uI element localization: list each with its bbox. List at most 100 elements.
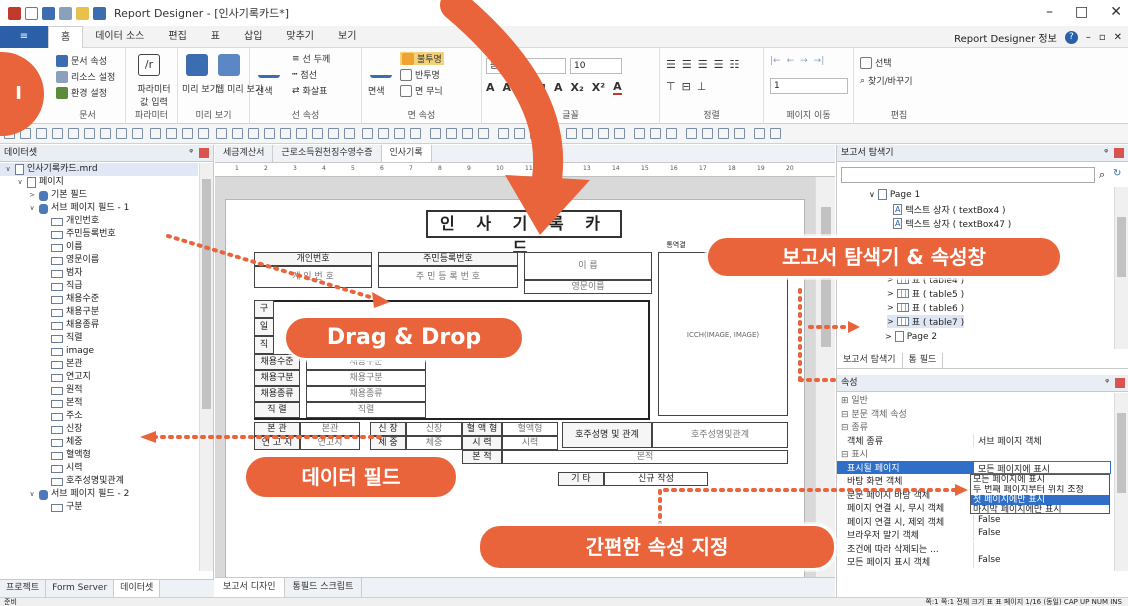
properties-scrollbar[interactable]: [1114, 393, 1128, 571]
toolbar-grid-icon[interactable]: [20, 128, 31, 139]
tree-item[interactable]: 채용수준: [0, 293, 198, 306]
toolbar-align-left-icon[interactable]: [430, 128, 441, 139]
prev-page-icon[interactable]: ←: [787, 56, 795, 66]
toolbar-space-v-icon[interactable]: [566, 128, 577, 139]
line-width-button[interactable]: ≡ 선 두께: [292, 52, 330, 66]
property-value[interactable]: 모든 페이지에 표시: [973, 460, 1111, 474]
settings-icon[interactable]: [59, 6, 72, 20]
arrow-button[interactable]: ⇄ 화살표: [292, 84, 327, 98]
tree-item[interactable]: 개인번호: [0, 215, 198, 228]
property-row[interactable]: 표시될 페이지 모든 페이지에 표시: [837, 460, 1111, 474]
tab-project[interactable]: 프로젝트: [0, 580, 47, 597]
help-icon[interactable]: ?: [1064, 31, 1078, 44]
toolbar-field-icon[interactable]: [328, 128, 339, 139]
page-number-combo[interactable]: 1: [770, 78, 848, 94]
toolbar-image-icon[interactable]: [232, 128, 243, 139]
chevron-down-icon[interactable]: ∨: [28, 488, 36, 501]
chevron-right-icon[interactable]: >: [887, 289, 894, 298]
toolbar-ungroup-icon[interactable]: [378, 128, 389, 139]
toolbar-redo-icon[interactable]: [770, 128, 781, 139]
superscript-icon[interactable]: X²: [592, 81, 605, 94]
toolbar-sub-icon[interactable]: [344, 128, 355, 139]
align-distribute-icon[interactable]: ☷: [730, 58, 740, 71]
form-cell[interactable]: 채용구분: [306, 370, 426, 386]
font-name-combo[interactable]: 돋움체: [486, 58, 566, 74]
report-page[interactable]: 인 사 기 록 카 드 통역결 ICCH(IMAGE, IMAGE) 개인번호 주…: [225, 199, 805, 577]
tree-item[interactable]: 본적: [0, 397, 198, 410]
property-value[interactable]: False: [973, 528, 1111, 541]
valign-top-icon[interactable]: ⊤: [666, 80, 676, 93]
tree-item[interactable]: 체중: [0, 436, 198, 449]
parameter-input-button[interactable]: 파라미터 값 입력: [132, 82, 176, 108]
doc-tab-personnel[interactable]: 인사기록: [381, 145, 432, 162]
open-icon[interactable]: [76, 6, 89, 20]
translucent-button[interactable]: 반투명: [400, 68, 440, 81]
tree-item[interactable]: ∨ 서브 페이지 필드 - 1: [0, 202, 198, 215]
property-row[interactable]: 조건에 따라 삭제되는 ...: [837, 541, 1111, 555]
explorer-item[interactable]: > Page 2: [885, 331, 937, 342]
preview-button[interactable]: 미리 보기: [182, 82, 218, 95]
toolbar-col-icon[interactable]: [84, 128, 95, 139]
tree-item[interactable]: 원적: [0, 384, 198, 397]
toolbar-paste-icon[interactable]: [702, 128, 713, 139]
toolbar-align-top-icon[interactable]: [446, 128, 457, 139]
report-canvas[interactable]: 인 사 기 록 카 드 통역결 ICCH(IMAGE, IMAGE) 개인번호 주…: [215, 177, 815, 577]
tab-report-explorer[interactable]: 보고서 탐색기: [837, 353, 903, 368]
tree-item[interactable]: 호주성명및관계: [0, 475, 198, 488]
shrink-font-icon[interactable]: A: [503, 81, 512, 94]
find-replace-button[interactable]: ⌕ 찾기/바꾸기: [860, 74, 912, 88]
toolbar-group-icon[interactable]: [362, 128, 373, 139]
explorer-item[interactable]: > 표 ( table6 ): [887, 301, 964, 314]
parameter-icon[interactable]: /r: [138, 54, 160, 76]
form-cell[interactable]: 호주성명 및 관계: [562, 422, 652, 448]
last-page-icon[interactable]: →|: [814, 56, 825, 66]
chevron-right-icon[interactable]: >: [28, 189, 36, 202]
form-cell[interactable]: 신규 작성: [604, 472, 708, 486]
dropdown-option[interactable]: 마지막 페이지에만 표시: [971, 505, 1109, 515]
photo-field[interactable]: ICCH(IMAGE, IMAGE): [658, 252, 788, 416]
form-cell[interactable]: 본 적: [462, 450, 502, 464]
properties-scroll-thumb[interactable]: [1117, 413, 1126, 493]
resource-settings-button[interactable]: 리소스 설정: [56, 70, 115, 83]
toolbar-align-right-icon[interactable]: [462, 128, 473, 139]
tab-report-design[interactable]: 보고서 디자인: [215, 578, 285, 597]
dropdown-option[interactable]: 두 번째 페이지부터 위치 조정: [971, 485, 1109, 495]
toolbar-center-v-icon[interactable]: [598, 128, 609, 139]
toolbar-rect-icon[interactable]: [280, 128, 291, 139]
first-page-icon[interactable]: |←: [770, 56, 781, 66]
pin-icon[interactable]: ᵠ: [189, 145, 193, 162]
dropdown-option[interactable]: 첫 페이지에만 표시: [971, 495, 1109, 505]
form-cell[interactable]: 본적: [502, 450, 788, 464]
next-page-icon[interactable]: →: [800, 56, 808, 66]
property-row[interactable]: 페이지 연결 시, 제외 객체 False: [837, 514, 1111, 528]
property-row[interactable]: 모든 페이지 표시 객체 False: [837, 555, 1111, 568]
toolbar-border-icon[interactable]: [150, 128, 161, 139]
valign-middle-icon[interactable]: ⊟: [682, 80, 691, 93]
font-size-combo[interactable]: 10: [570, 58, 622, 74]
property-row[interactable]: 브라우저 말기 객체 False: [837, 528, 1111, 541]
form-cell[interactable]: 신 장: [370, 422, 406, 436]
page-nav-buttons[interactable]: |← ← → →|: [770, 56, 824, 66]
toolbar-align-bottom-icon[interactable]: [478, 128, 489, 139]
props-close-icon[interactable]: [1115, 378, 1125, 388]
toolbar-ellipse-icon[interactable]: [296, 128, 307, 139]
form-cell[interactable]: 구: [254, 300, 274, 318]
doc-tab-income[interactable]: 근로소득원천징수영수증: [273, 145, 382, 162]
form-cell[interactable]: 주민등록번호: [378, 252, 518, 266]
chevron-down-icon[interactable]: ∨: [16, 176, 24, 189]
explorer-pin-icon[interactable]: ᵠ: [1104, 145, 1108, 162]
toolbar-snap-icon[interactable]: [614, 128, 625, 139]
explorer-item[interactable]: ∨ Page 1: [869, 189, 920, 200]
toolbar-copy-icon[interactable]: [686, 128, 697, 139]
panel-close-icon[interactable]: [199, 148, 209, 158]
opaque-button[interactable]: 불투명: [400, 52, 444, 65]
ribbon-collapse-icon[interactable]: –: [1086, 32, 1091, 43]
form-cell[interactable]: 채용수준: [306, 354, 426, 370]
tab-view[interactable]: 보기: [326, 26, 368, 48]
form-cell[interactable]: 계 인 번 호: [254, 266, 372, 288]
toolbar-insert-row-icon[interactable]: [116, 128, 127, 139]
toolbar-table-icon[interactable]: [4, 128, 15, 139]
form-cell[interactable]: 연고지: [300, 436, 360, 450]
tab-datasource[interactable]: 데이터 소스: [83, 26, 156, 48]
form-cell[interactable]: 채용종류: [306, 386, 426, 402]
